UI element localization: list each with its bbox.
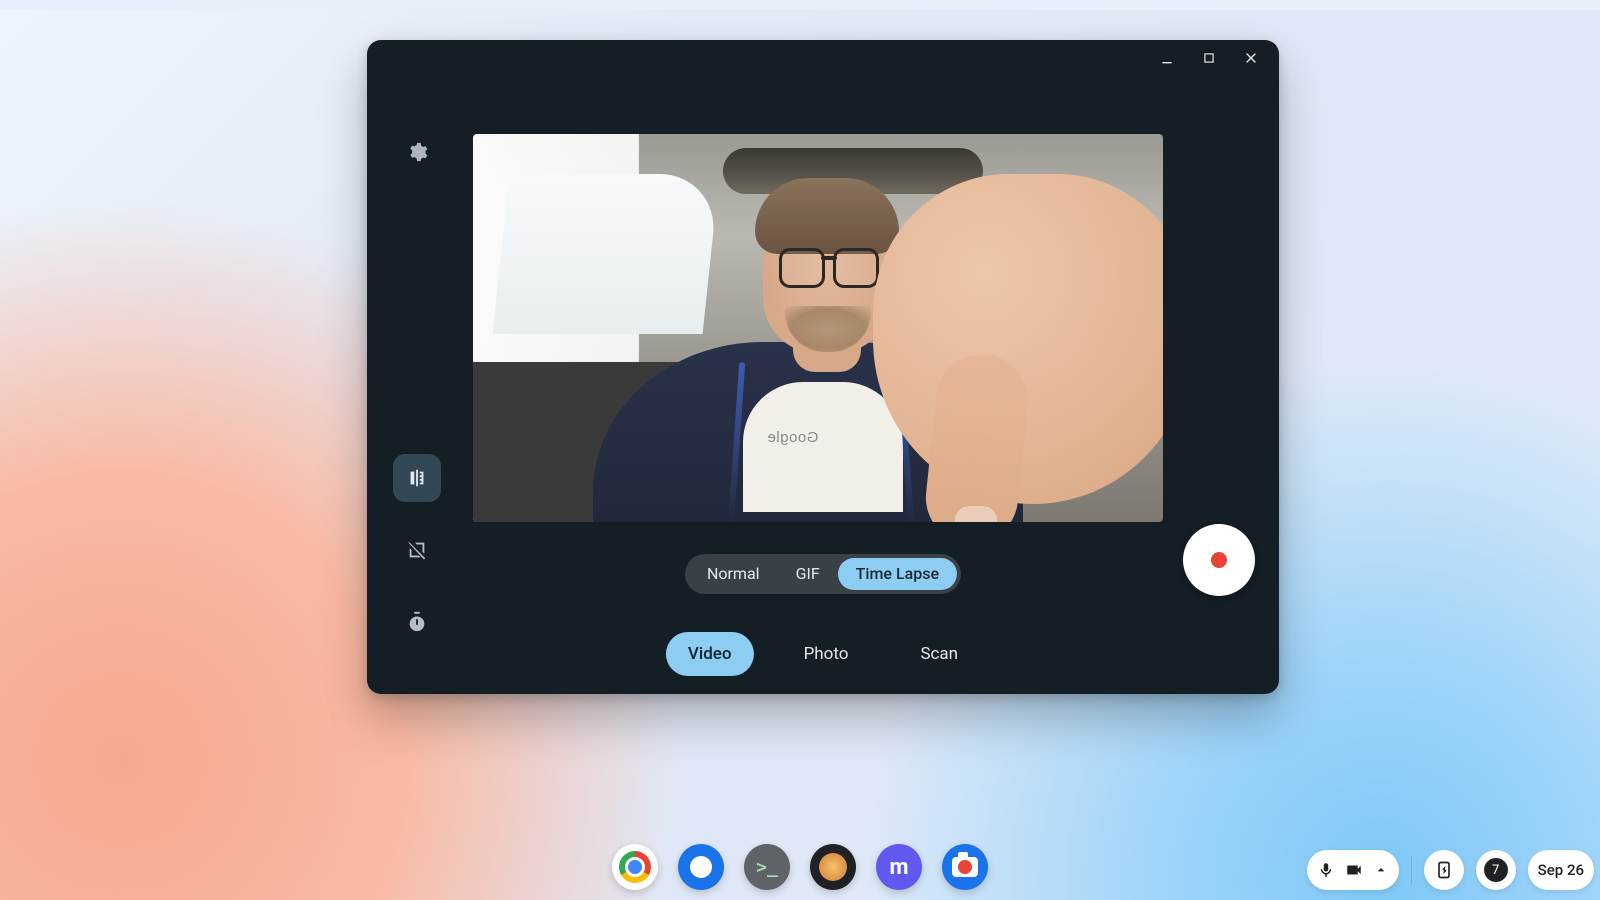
- files-icon: [690, 856, 712, 878]
- camera-app-window: Google N: [367, 40, 1279, 694]
- mirror-icon: [406, 467, 428, 489]
- mastodon-icon: m: [889, 855, 908, 880]
- date-label: Sep 26: [1538, 861, 1584, 879]
- shelf: >_ m: [0, 826, 1600, 900]
- camera-viewfinder: Google: [473, 134, 1163, 522]
- dock-files[interactable]: [678, 844, 724, 890]
- shirt-logo-text: Google: [767, 429, 818, 446]
- video-submode-segmented: Normal GIF Time Lapse: [685, 554, 961, 594]
- grid-off-icon: [406, 539, 428, 561]
- phone-hub-button[interactable]: [1424, 850, 1464, 890]
- app-icon: [819, 853, 847, 881]
- dock-terminal[interactable]: >_: [744, 844, 790, 890]
- gear-icon: [406, 141, 428, 163]
- chevron-up-icon: [1373, 862, 1389, 878]
- shelf-status-area: 7 Sep 26: [1307, 850, 1600, 890]
- screencast-icon: [1345, 861, 1363, 879]
- dock-camera[interactable]: [942, 844, 988, 890]
- timer-toggle[interactable]: [393, 598, 441, 646]
- camera-icon: [952, 857, 978, 877]
- titlebar: [367, 40, 1279, 76]
- settings-button[interactable]: [393, 128, 441, 176]
- grid-toggle[interactable]: [393, 526, 441, 574]
- dock-mastodon[interactable]: m: [876, 844, 922, 890]
- notifications-button[interactable]: 7: [1476, 850, 1516, 890]
- timer-icon: [406, 611, 428, 633]
- shelf-app-dock: >_ m: [612, 844, 988, 890]
- phone-hub-icon: [1434, 860, 1454, 880]
- submode-timelapse[interactable]: Time Lapse: [838, 558, 957, 590]
- camera-sidebar: [389, 128, 445, 670]
- terminal-icon: >_: [756, 857, 778, 878]
- tab-video[interactable]: Video: [666, 632, 754, 676]
- chrome-icon: [619, 851, 651, 883]
- tab-photo[interactable]: Photo: [782, 632, 871, 676]
- close-button[interactable]: [1237, 44, 1265, 72]
- dock-chrome[interactable]: [612, 844, 658, 890]
- minimize-button[interactable]: [1153, 44, 1181, 72]
- maximize-button[interactable]: [1195, 44, 1223, 72]
- desktop: Google N: [0, 0, 1600, 900]
- record-icon: [1211, 552, 1227, 568]
- app-body: Google N: [367, 76, 1279, 694]
- mirror-toggle[interactable]: [393, 454, 441, 502]
- capture-mode-tabs: Video Photo Scan: [666, 632, 980, 676]
- record-button[interactable]: [1183, 524, 1255, 596]
- dictation-icon: [1317, 861, 1335, 879]
- notifications-count: 7: [1484, 858, 1508, 882]
- submode-gif[interactable]: GIF: [778, 558, 838, 590]
- dock-app-4[interactable]: [810, 844, 856, 890]
- submode-normal[interactable]: Normal: [689, 558, 778, 590]
- quick-settings-button[interactable]: [1307, 850, 1399, 890]
- date-button[interactable]: Sep 26: [1528, 850, 1594, 890]
- tab-scan[interactable]: Scan: [898, 632, 980, 676]
- camera-preview-image: Google: [473, 134, 1163, 522]
- tray-separator: [1411, 856, 1412, 884]
